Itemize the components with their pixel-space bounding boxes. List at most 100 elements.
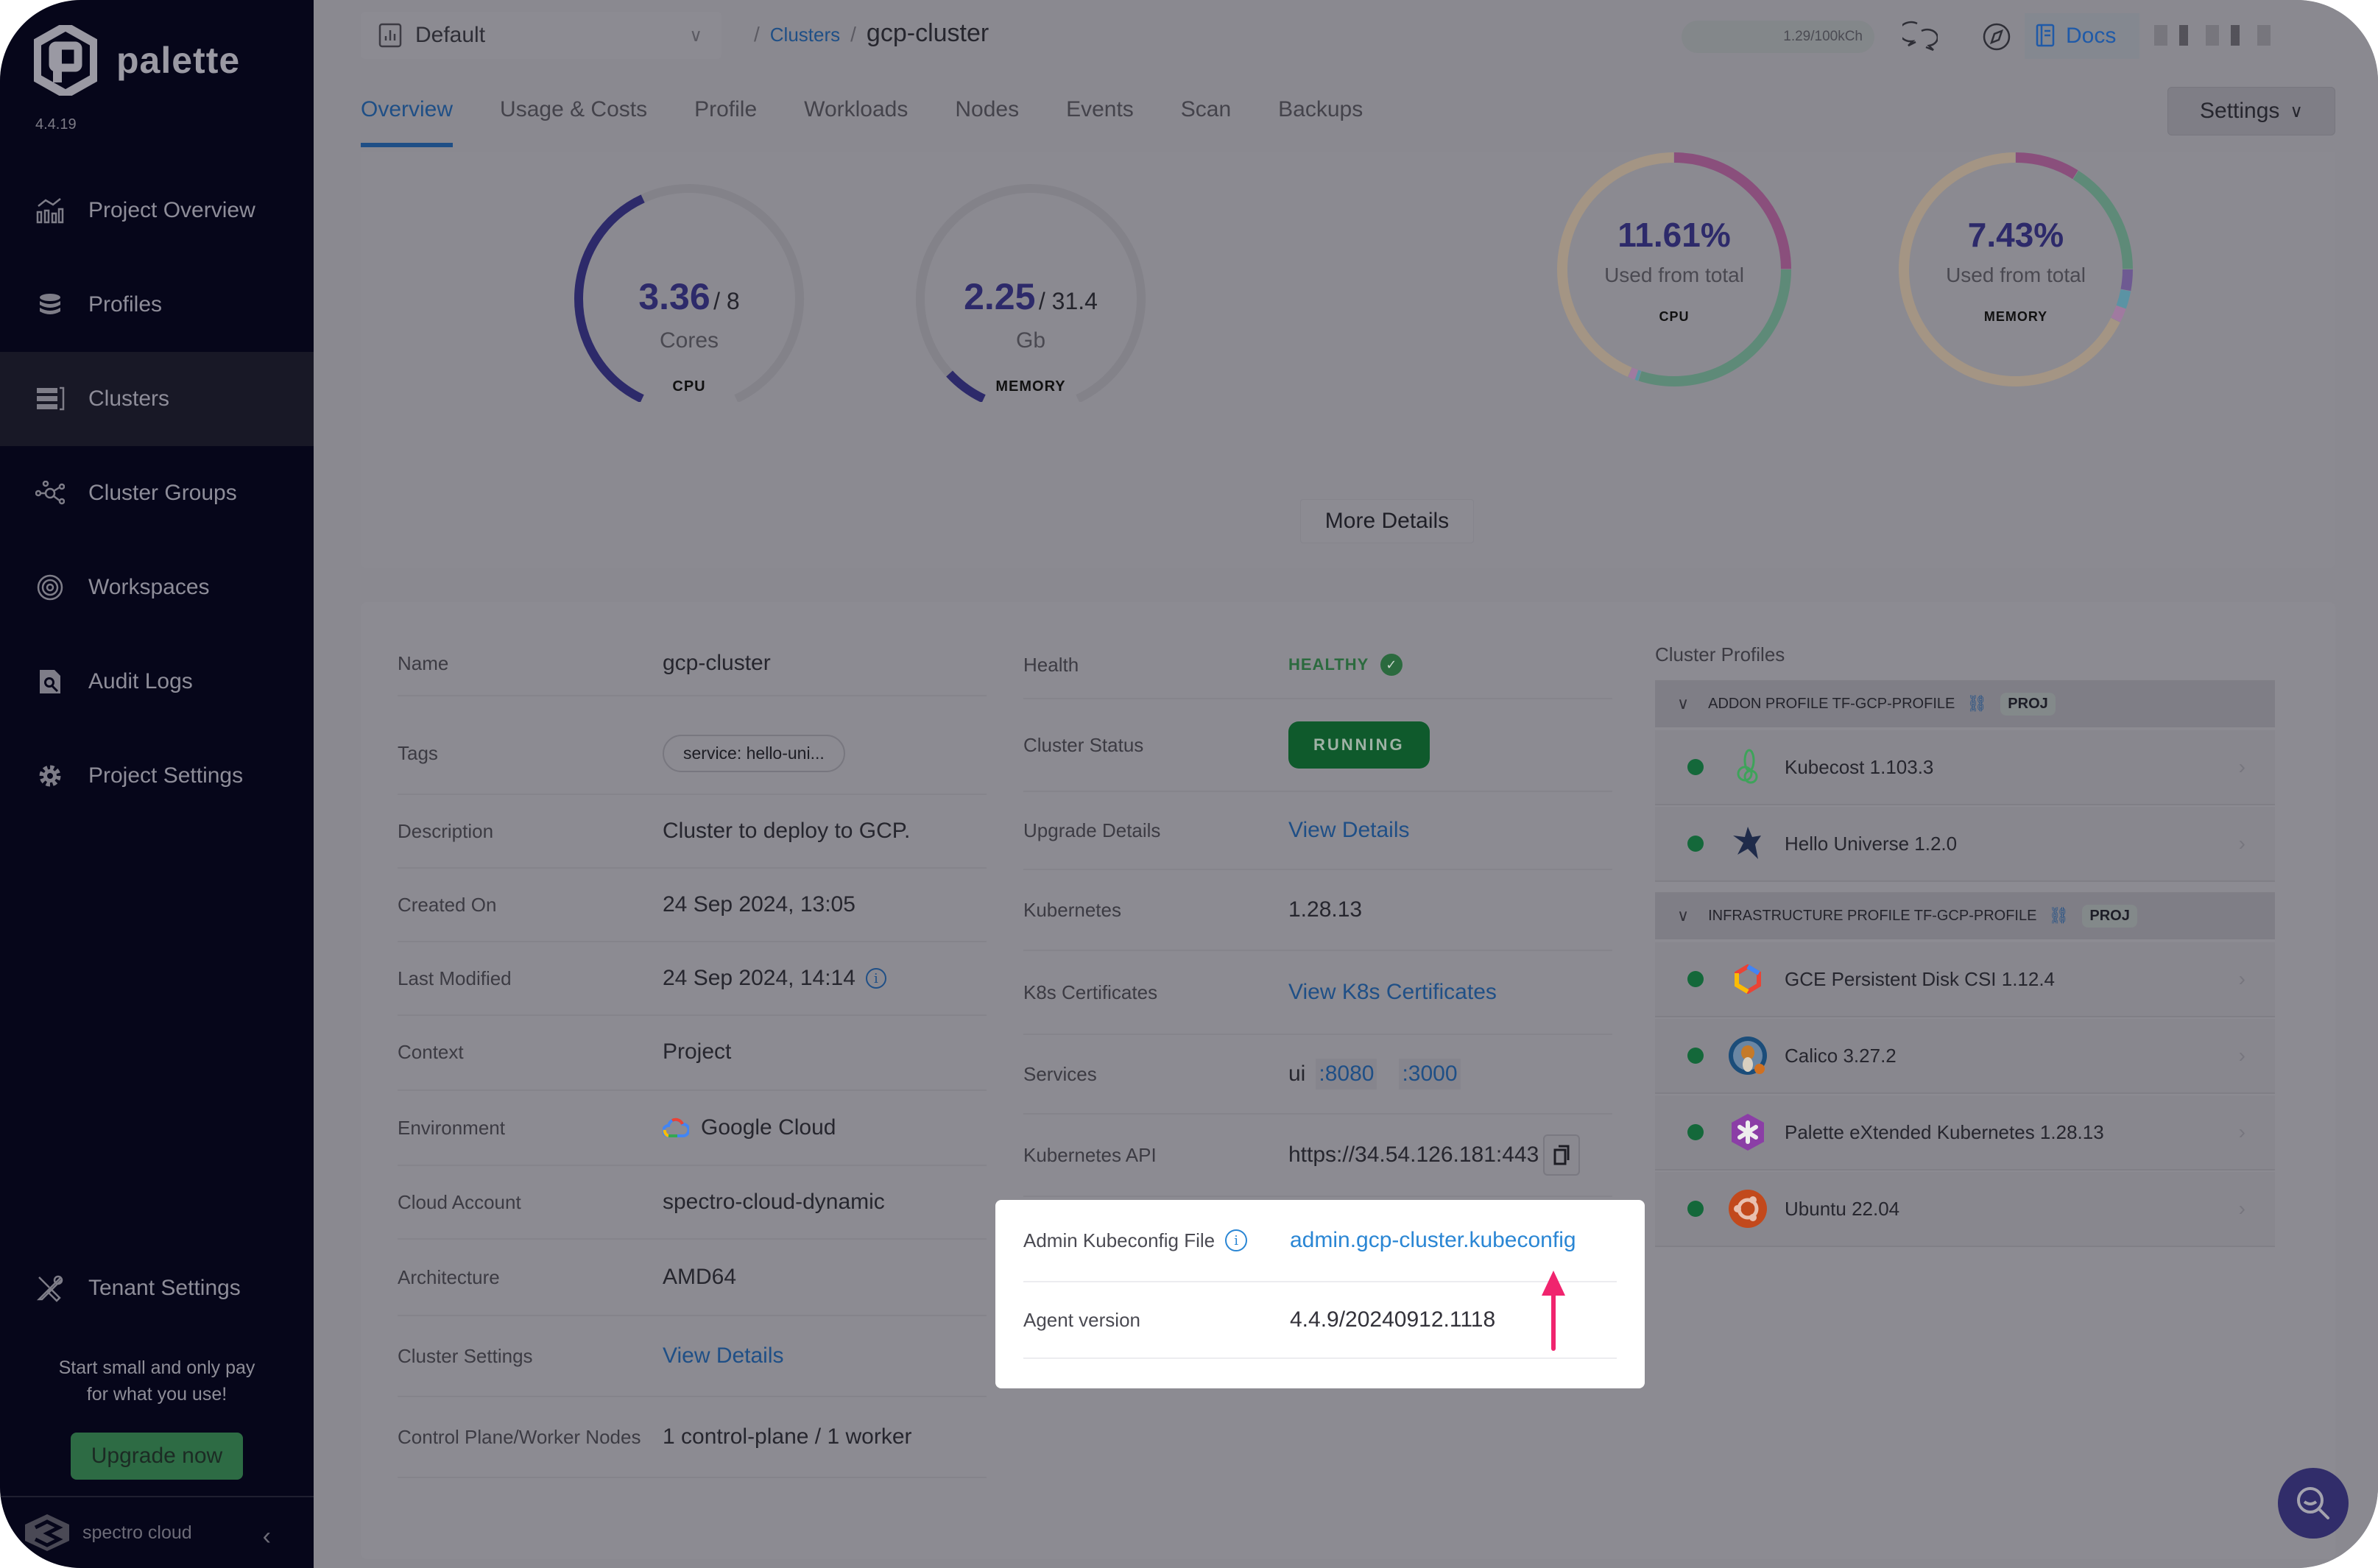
breadcrumb-current: gcp-cluster — [866, 19, 989, 47]
profile-group-header[interactable]: ∨ ADDON PROFILE TF-GCP-PROFILE ⛓ PROJ — [1655, 680, 2275, 727]
pack-item[interactable]: Ubuntu 22.04 › — [1655, 1172, 2275, 1246]
search-fab[interactable] — [2278, 1468, 2349, 1539]
agent-version-row: Agent version 4.4.9/20240912.1118 — [1023, 1282, 1617, 1359]
gear-icon — [35, 761, 65, 791]
admin-kubeconfig-row: Admin Kubeconfig File i admin.gcp-cluster… — [1023, 1200, 1617, 1282]
spectro-cloud-brand: spectro cloud — [82, 1522, 192, 1543]
health-status: HEALTHY ✓ — [1288, 654, 1403, 676]
environment-value: Google Cloud — [701, 1115, 836, 1140]
sidebar-item-project-overview[interactable]: Project Overview — [0, 163, 314, 258]
ubuntu-icon — [1726, 1187, 1770, 1231]
breadcrumb: / Clusters / gcp-cluster — [744, 19, 989, 48]
sidebar-item-audit-logs[interactable]: Audit Logs — [0, 635, 314, 729]
sidebar-item-label: Audit Logs — [88, 669, 193, 693]
docs-button[interactable]: Docs — [2025, 13, 2139, 59]
pack-item[interactable]: GCE Persistent Disk CSI 1.12.4 › — [1655, 942, 2275, 1016]
settings-dropdown-button[interactable]: Settings ∨ — [2167, 87, 2335, 135]
tab-usage-costs[interactable]: Usage & Costs — [500, 91, 647, 150]
detail-label: Control Plane/Worker Nodes — [398, 1425, 641, 1448]
memory-used-value: 2.25 — [964, 276, 1036, 317]
promo-text-line2: for what you use! — [86, 1384, 227, 1405]
pack-item[interactable]: Kubecost 1.103.3 › — [1655, 730, 2275, 804]
tab-events[interactable]: Events — [1066, 91, 1134, 150]
detail-value: Cluster to deploy to GCP. — [663, 819, 911, 843]
detail-value: View Details — [1288, 818, 1410, 843]
project-selector[interactable]: Default ∨ — [361, 12, 721, 59]
pack-name: Kubecost 1.103.3 — [1785, 755, 1934, 778]
detail-value: 24 Sep 2024, 14:14 i — [663, 966, 886, 991]
cpu-label: CPU — [672, 378, 706, 395]
sidebar-item-cluster-groups[interactable]: Cluster Groups — [0, 446, 314, 540]
tab-profile[interactable]: Profile — [694, 91, 757, 150]
memory-total-caption: Used from total — [1946, 264, 2086, 286]
pack-item[interactable]: Calico 3.27.2 › — [1655, 1019, 2275, 1092]
memory-total-value: / 31.4 — [1038, 288, 1098, 314]
detail-row-cloud-account: Cloud Account spectro-cloud-dynamic — [398, 1166, 987, 1240]
sidebar-item-clusters[interactable]: Clusters — [0, 352, 314, 446]
agent-version-value: 4.4.9/20240912.1118 — [1290, 1307, 1496, 1332]
chevron-right-icon: › — [2238, 755, 2245, 778]
cpu-total-donut: 11.61% Used from total CPU — [1549, 152, 1799, 402]
app-window: palette 4.4.19 Project Overview Profiles — [0, 0, 2378, 1568]
breadcrumb-separator: / — [850, 23, 856, 46]
detail-label: Kubernetes API — [1023, 1143, 1157, 1166]
palette-logo[interactable]: palette — [34, 25, 240, 96]
usage-summary-card: 3.36 / 8 Cores CPU 2.25 / 31.4 Gb MEMORY… — [361, 152, 2335, 568]
status-dot — [1687, 1048, 1704, 1064]
detail-row-environment: Environment Google Cloud — [398, 1091, 987, 1166]
annotation-arrow-icon — [1542, 1271, 1565, 1351]
info-icon[interactable]: i — [1225, 1229, 1248, 1251]
cpu-total-caption: Used from total — [1604, 264, 1744, 286]
tab-scan[interactable]: Scan — [1181, 91, 1231, 150]
pack-item[interactable]: Hello Universe 1.2.0 › — [1655, 807, 2275, 880]
sidebar-item-profiles[interactable]: Profiles — [0, 258, 314, 352]
tag-pill[interactable]: service: hello-uni... — [663, 734, 845, 772]
donut-segment — [2015, 152, 2078, 180]
memory-unit: Gb — [1015, 328, 1046, 353]
chat-icon[interactable] — [1901, 18, 1939, 56]
detail-value: https://34.54.126.181:443 — [1288, 1134, 1581, 1176]
sidebar-item-label: Cluster Groups — [88, 481, 237, 505]
more-details-button[interactable]: More Details — [1300, 499, 1474, 543]
collapse-sidebar-button[interactable]: ‹ — [263, 1522, 271, 1551]
info-icon[interactable]: i — [865, 968, 886, 989]
memory-total-percent: 7.43% — [1967, 216, 2064, 254]
detail-label: Environment — [398, 1116, 505, 1139]
pack-item[interactable]: Palette eXtended Kubernetes 1.28.13 › — [1655, 1095, 2275, 1169]
compass-icon[interactable] — [1977, 18, 2016, 56]
service-port-link[interactable]: :3000 — [1399, 1059, 1461, 1090]
kubeconfig-download-link[interactable]: admin.gcp-cluster.kubeconfig — [1290, 1228, 1576, 1253]
detail-row-kubernetes-api: Kubernetes API https://34.54.126.181:443 — [1023, 1115, 1612, 1197]
tab-workloads[interactable]: Workloads — [804, 91, 908, 150]
user-menu[interactable] — [2154, 25, 2279, 46]
status-dot — [1687, 1201, 1704, 1217]
tab-nodes[interactable]: Nodes — [955, 91, 1019, 150]
sidebar-item-project-settings[interactable]: Project Settings — [0, 729, 314, 823]
sidebar-item-tenant-settings[interactable]: Tenant Settings — [0, 1241, 314, 1335]
cluster-settings-link[interactable]: View Details — [663, 1343, 784, 1369]
spectro-cloud-logo-icon — [25, 1514, 69, 1551]
sidebar-item-workspaces[interactable]: Workspaces — [0, 540, 314, 635]
detail-value: Project — [663, 1039, 732, 1064]
pack-name: GCE Persistent Disk CSI 1.12.4 — [1785, 967, 2056, 990]
tab-backups[interactable]: Backups — [1278, 91, 1363, 150]
upgrade-now-button[interactable]: Upgrade now — [71, 1433, 243, 1480]
detail-label: Upgrade Details — [1023, 819, 1161, 841]
chevron-right-icon: › — [2238, 832, 2245, 855]
breadcrumb-separator: / — [754, 23, 760, 46]
servers-icon — [35, 384, 65, 414]
donut-segment — [1628, 367, 1638, 380]
profile-group-header[interactable]: ∨ INFRASTRUCTURE PROFILE TF-GCP-PROFILE ⛓ P… — [1655, 892, 2275, 939]
admin-kubeconfig-label: Admin Kubeconfig File — [1023, 1229, 1216, 1251]
service-port-link[interactable]: :8080 — [1316, 1059, 1377, 1090]
breadcrumb-clusters[interactable]: Clusters — [770, 24, 840, 46]
copy-button[interactable] — [1543, 1134, 1581, 1176]
detail-value: 1 control-plane / 1 worker — [663, 1424, 912, 1449]
cpu-total-label: CPU — [1659, 309, 1690, 324]
k8s-certificates-link[interactable]: View K8s Certificates — [1288, 980, 1497, 1005]
network-icon — [35, 478, 65, 508]
tab-overview[interactable]: Overview — [361, 91, 454, 150]
upgrade-details-link[interactable]: View Details — [1288, 818, 1410, 843]
chevron-right-icon: › — [2238, 967, 2245, 990]
chevron-down-icon: ∨ — [689, 25, 702, 46]
